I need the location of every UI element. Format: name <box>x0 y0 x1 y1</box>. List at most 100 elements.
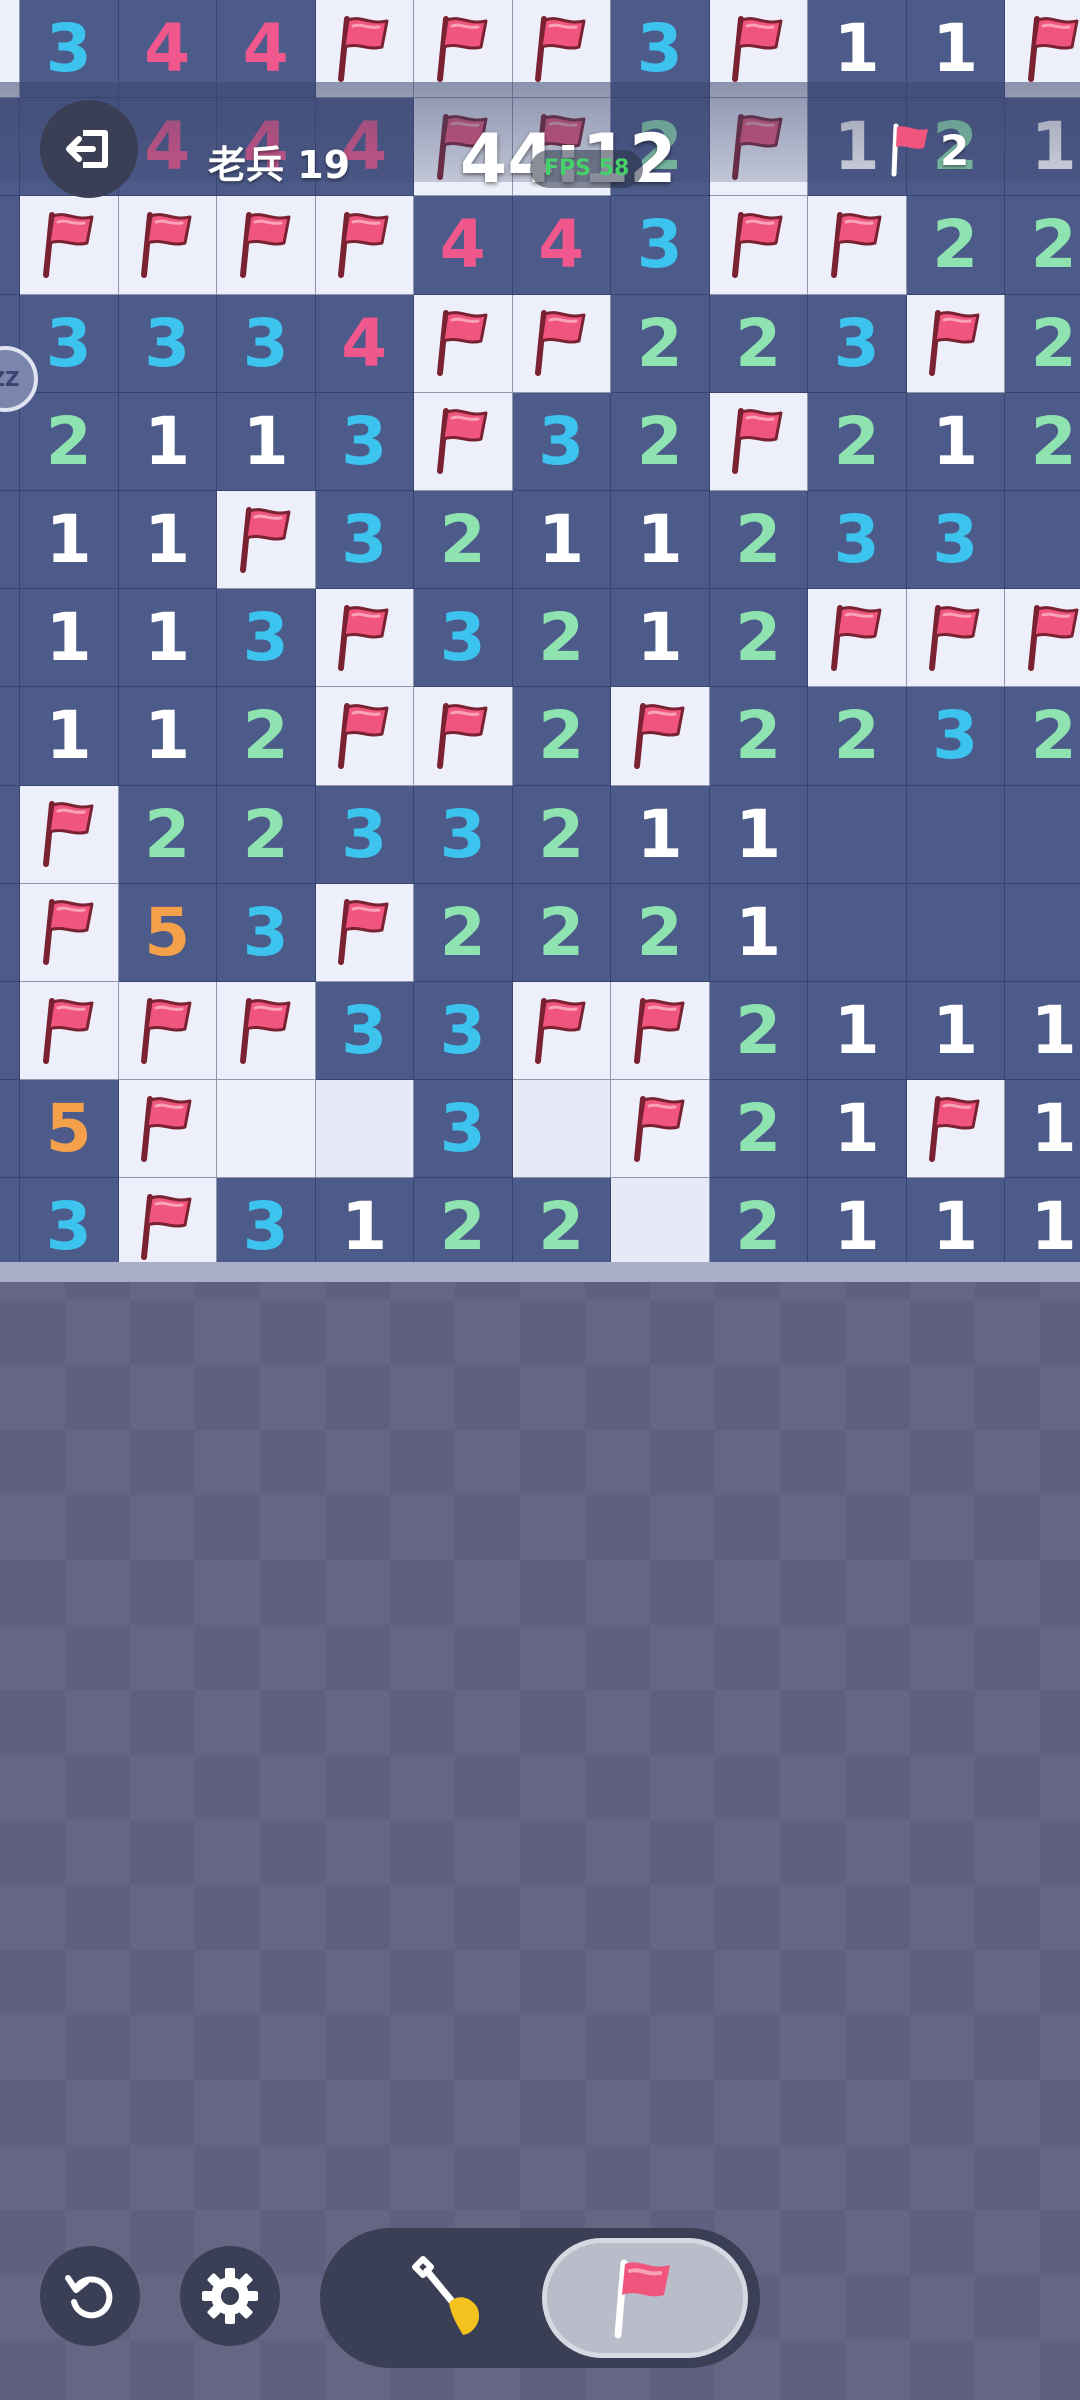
number-cell[interactable]: 3 <box>315 491 414 590</box>
number-cell[interactable]: 1 <box>906 982 1005 1081</box>
dig-mode-button[interactable] <box>360 2246 540 2350</box>
revealed-empty-cell[interactable] <box>611 1178 710 1262</box>
hidden-cell[interactable] <box>0 1080 20 1179</box>
flagged-cell[interactable] <box>315 196 414 295</box>
number-cell[interactable]: 1 <box>20 491 119 590</box>
hidden-cell[interactable] <box>0 982 20 1081</box>
hidden-cell[interactable] <box>808 785 907 884</box>
number-cell[interactable]: 3 <box>414 1080 513 1179</box>
hidden-cell[interactable] <box>1005 785 1080 884</box>
number-cell[interactable]: 2 <box>1005 392 1080 491</box>
flagged-cell[interactable] <box>414 392 513 491</box>
number-cell[interactable]: 2 <box>217 785 316 884</box>
flagged-cell[interactable] <box>808 589 907 688</box>
flagged-cell[interactable] <box>118 1080 217 1179</box>
flagged-cell[interactable] <box>1005 589 1080 688</box>
hidden-cell[interactable] <box>1005 883 1080 982</box>
flagged-cell[interactable] <box>906 294 1005 393</box>
number-cell[interactable]: 2 <box>808 687 907 786</box>
flagged-cell[interactable] <box>20 196 119 295</box>
mode-toggle[interactable] <box>320 2228 760 2368</box>
hidden-cell[interactable] <box>0 687 20 786</box>
number-cell[interactable]: 1 <box>118 392 217 491</box>
flagged-cell[interactable] <box>611 1080 710 1179</box>
restart-button[interactable] <box>40 2246 140 2346</box>
number-cell[interactable]: 3 <box>217 589 316 688</box>
number-cell[interactable]: 2 <box>1005 294 1080 393</box>
number-cell[interactable]: 2 <box>611 392 710 491</box>
number-cell[interactable]: 1 <box>20 589 119 688</box>
flagged-cell[interactable] <box>414 294 513 393</box>
number-cell[interactable]: 3 <box>512 392 611 491</box>
number-cell[interactable]: 2 <box>709 491 808 590</box>
number-cell[interactable]: 2 <box>1005 687 1080 786</box>
number-cell[interactable]: 3 <box>315 982 414 1081</box>
flagged-cell[interactable] <box>118 196 217 295</box>
number-cell[interactable]: 2 <box>709 687 808 786</box>
flagged-cell[interactable] <box>611 982 710 1081</box>
number-cell[interactable]: 1 <box>906 1178 1005 1262</box>
back-button[interactable] <box>40 100 138 198</box>
number-cell[interactable]: 1 <box>808 1178 907 1262</box>
number-cell[interactable]: 1 <box>611 785 710 884</box>
number-cell[interactable]: 1 <box>315 1178 414 1262</box>
number-cell[interactable]: 3 <box>217 1178 316 1262</box>
number-cell[interactable]: 3 <box>414 785 513 884</box>
flagged-cell[interactable] <box>414 687 513 786</box>
number-cell[interactable]: 5 <box>118 883 217 982</box>
revealed-empty-cell[interactable] <box>315 1080 414 1179</box>
number-cell[interactable]: 2 <box>512 687 611 786</box>
number-cell[interactable]: 2 <box>414 491 513 590</box>
number-cell[interactable]: 5 <box>20 1080 119 1179</box>
number-cell[interactable]: 2 <box>414 1178 513 1262</box>
number-cell[interactable]: 1 <box>1005 1080 1080 1179</box>
number-cell[interactable]: 3 <box>217 883 316 982</box>
number-cell[interactable]: 2 <box>414 883 513 982</box>
hidden-cell[interactable] <box>0 785 20 884</box>
flagged-cell[interactable] <box>217 982 316 1081</box>
hidden-cell[interactable] <box>0 589 20 688</box>
number-cell[interactable]: 3 <box>808 294 907 393</box>
number-cell[interactable]: 2 <box>512 1178 611 1262</box>
hidden-cell[interactable] <box>0 1178 20 1262</box>
flagged-cell[interactable] <box>315 687 414 786</box>
number-cell[interactable]: 2 <box>709 1178 808 1262</box>
number-cell[interactable]: 2 <box>217 687 316 786</box>
number-cell[interactable]: 3 <box>315 785 414 884</box>
hidden-cell[interactable] <box>906 785 1005 884</box>
number-cell[interactable]: 3 <box>808 491 907 590</box>
number-cell[interactable]: 1 <box>512 491 611 590</box>
number-cell[interactable]: 3 <box>611 196 710 295</box>
flagged-cell[interactable] <box>20 883 119 982</box>
number-cell[interactable]: 3 <box>414 982 513 1081</box>
number-cell[interactable]: 4 <box>414 196 513 295</box>
flag-mode-button[interactable] <box>542 2238 748 2358</box>
number-cell[interactable]: 4 <box>512 196 611 295</box>
flagged-cell[interactable] <box>118 1178 217 1262</box>
number-cell[interactable]: 1 <box>118 589 217 688</box>
number-cell[interactable]: 2 <box>118 785 217 884</box>
number-cell[interactable]: 2 <box>20 392 119 491</box>
number-cell[interactable]: 3 <box>906 491 1005 590</box>
hidden-cell[interactable] <box>0 883 20 982</box>
hidden-cell[interactable] <box>0 196 20 295</box>
number-cell[interactable]: 3 <box>217 294 316 393</box>
number-cell[interactable]: 4 <box>315 294 414 393</box>
flagged-cell[interactable] <box>118 982 217 1081</box>
flagged-cell[interactable] <box>512 294 611 393</box>
number-cell[interactable]: 1 <box>611 491 710 590</box>
flagged-cell[interactable] <box>20 785 119 884</box>
flagged-cell[interactable] <box>217 491 316 590</box>
hidden-cell[interactable] <box>0 491 20 590</box>
revealed-empty-cell[interactable] <box>512 1080 611 1179</box>
number-cell[interactable]: 1 <box>709 785 808 884</box>
number-cell[interactable]: 2 <box>1005 196 1080 295</box>
number-cell[interactable]: 2 <box>808 392 907 491</box>
flagged-cell[interactable] <box>512 982 611 1081</box>
number-cell[interactable]: 1 <box>118 491 217 590</box>
flagged-cell[interactable] <box>906 589 1005 688</box>
number-cell[interactable]: 2 <box>512 589 611 688</box>
number-cell[interactable]: 1 <box>118 687 217 786</box>
hidden-cell[interactable] <box>906 883 1005 982</box>
number-cell[interactable]: 2 <box>611 883 710 982</box>
